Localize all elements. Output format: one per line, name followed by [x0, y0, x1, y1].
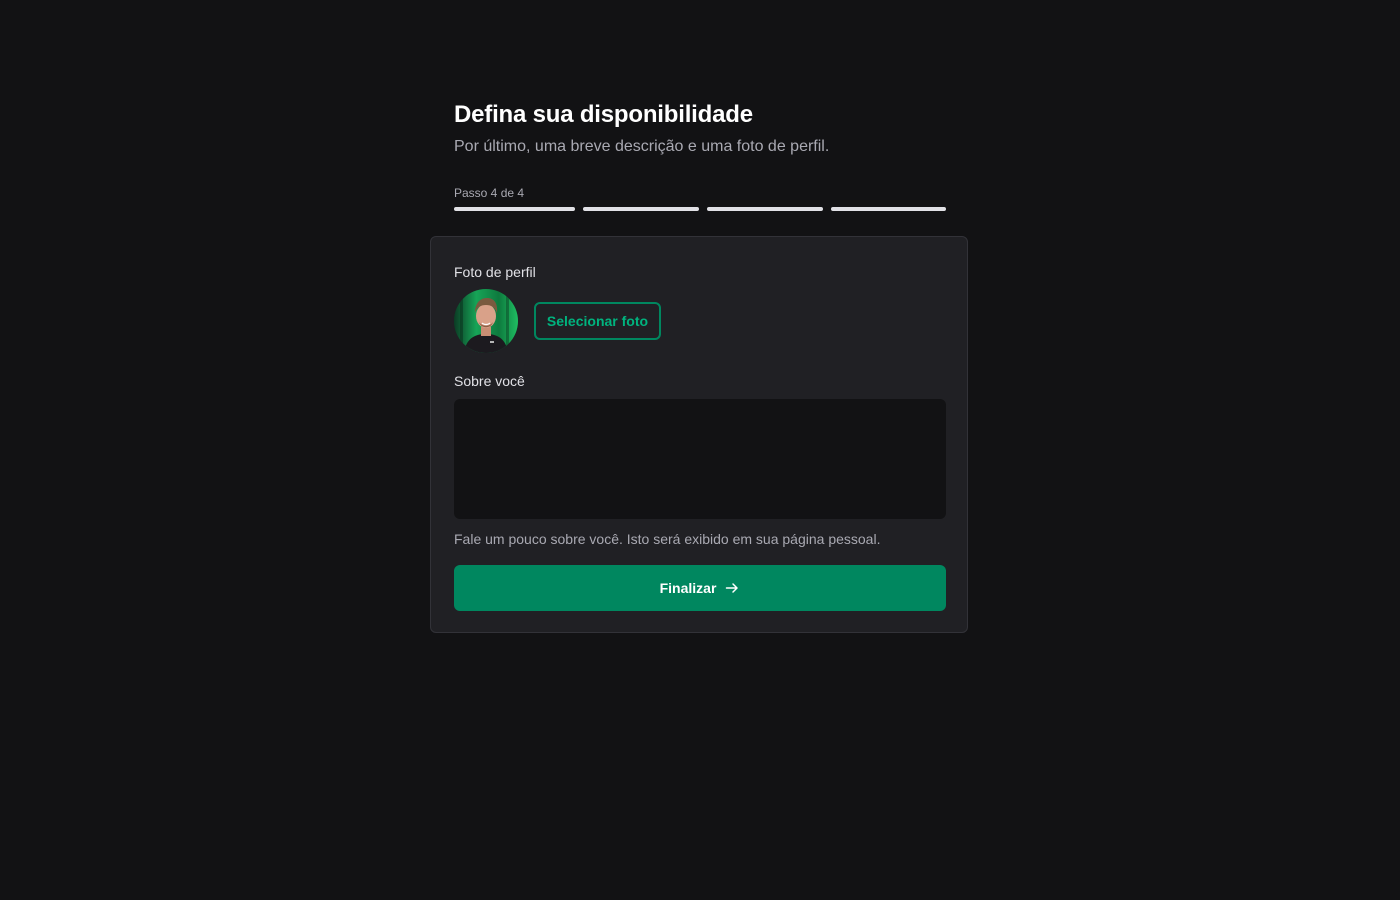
page-header: Defina sua disponibilidade Por último, u… — [454, 100, 946, 158]
avatar — [454, 289, 518, 353]
step-bar-4 — [831, 207, 946, 211]
arrow-right-icon — [724, 580, 740, 596]
finish-button-label: Finalizar — [659, 580, 717, 596]
about-helper-text: Fale um pouco sobre você. Isto será exib… — [454, 531, 881, 547]
select-photo-button[interactable]: Selecionar foto — [534, 302, 661, 340]
profile-form-card: Foto de perfil Selecionar foto Sobre voc… — [430, 236, 968, 633]
avatar-image — [454, 289, 518, 353]
about-textarea[interactable] — [454, 399, 946, 519]
photo-label: Foto de perfil — [454, 264, 536, 280]
about-label: Sobre você — [454, 373, 525, 389]
step-bar-2 — [583, 207, 699, 211]
page-subtitle: Por último, uma breve descrição e uma fo… — [454, 138, 830, 155]
registration-page: Defina sua disponibilidade Por último, u… — [0, 0, 1400, 900]
step-label: Passo 4 de 4 — [454, 186, 525, 200]
finish-button[interactable]: Finalizar — [454, 565, 946, 611]
step-indicator: Passo 4 de 4 — [454, 186, 946, 211]
step-bars — [454, 207, 946, 211]
step-bar-3 — [707, 207, 823, 211]
step-bar-1 — [454, 207, 575, 211]
page-title: Defina sua disponibilidade — [454, 101, 753, 128]
